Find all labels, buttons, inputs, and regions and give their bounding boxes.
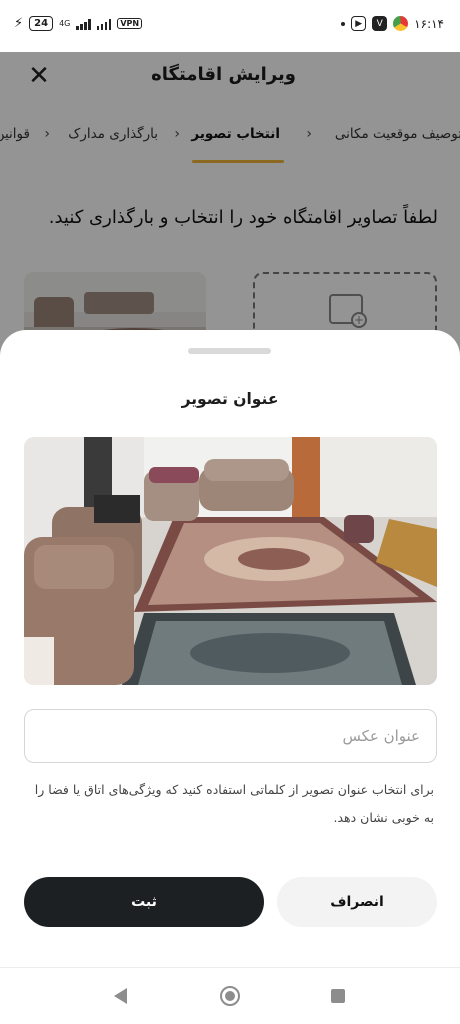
helper-text: برای انتخاب عنوان تصویر از کلماتی استفاد… <box>34 782 434 825</box>
selected-photo-preview <box>24 437 437 685</box>
divider <box>0 967 460 968</box>
play-store-icon: ▶ <box>351 16 367 31</box>
room-photo <box>24 437 437 685</box>
status-right: ▶ V ۱۶:۱۴ <box>341 16 444 31</box>
network-type: 4G <box>59 18 71 28</box>
photo-title-input[interactable] <box>24 709 437 763</box>
submit-button[interactable]: ثبت <box>24 877 264 927</box>
system-navigation-bar <box>0 980 460 1020</box>
back-icon[interactable] <box>114 988 127 1004</box>
clock: ۱۶:۱۴ <box>414 16 444 31</box>
sheet-drag-handle[interactable] <box>188 348 271 354</box>
app-v-icon: V <box>372 16 388 31</box>
recents-icon[interactable] <box>331 989 345 1003</box>
status-left: ⚡ 24 4G VPN <box>14 16 143 31</box>
notification-dot-icon <box>341 21 346 26</box>
signal-icon-2 <box>96 18 112 30</box>
cancel-button[interactable]: انصراف <box>277 877 437 927</box>
vpn-badge: VPN <box>117 18 143 29</box>
image-title-sheet: عنوان تصویر عنوان عکس برای انتخاب عنوان … <box>0 330 460 1024</box>
charging-icon: ⚡ <box>14 16 24 31</box>
battery-indicator: 24 <box>29 16 54 31</box>
status-bar: ⚡ 24 4G VPN ▶ V ۱۶:۱۴ <box>0 0 460 52</box>
home-icon[interactable] <box>220 986 240 1006</box>
sheet-title: عنوان تصویر <box>181 390 279 408</box>
signal-icon <box>76 18 91 30</box>
chrome-icon <box>393 16 409 31</box>
